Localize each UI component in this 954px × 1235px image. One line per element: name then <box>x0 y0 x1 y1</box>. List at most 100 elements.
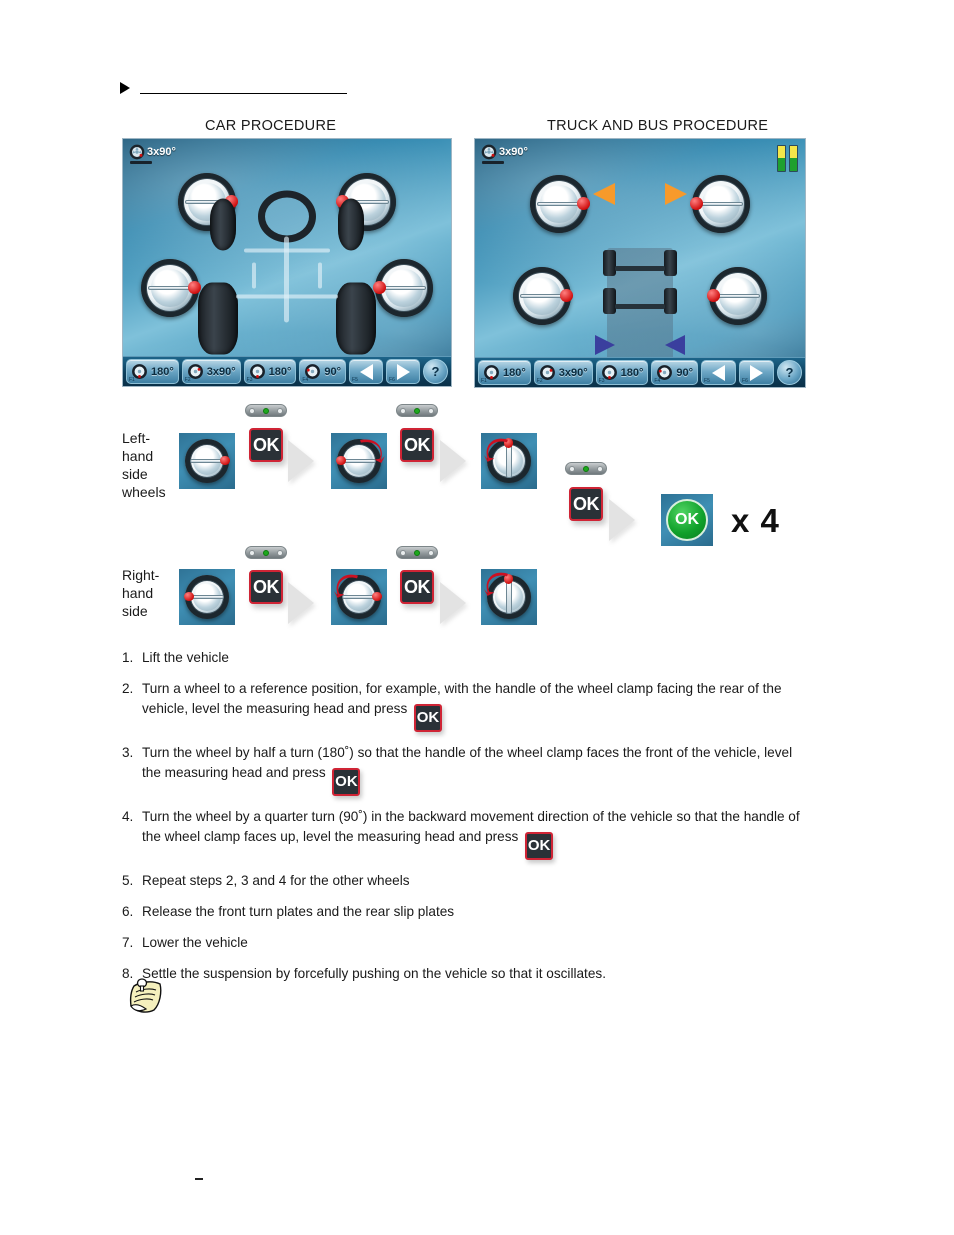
title-underline <box>130 161 152 164</box>
step-number: 5. <box>122 873 134 888</box>
status-bar <box>789 145 798 172</box>
toolbar-fkey-label: F5 <box>352 377 358 383</box>
level-indicator-right-step1 <box>245 546 287 559</box>
wheel-icon <box>487 438 531 483</box>
toolbar-help-button[interactable]: ? <box>422 359 448 384</box>
wheel-icon <box>487 574 531 619</box>
step-number: 4. <box>122 809 134 824</box>
toolbar-button-3x90-f2[interactable]: 3x90° F2 <box>181 359 241 384</box>
position-marker-dot <box>577 197 590 210</box>
toolbar-button-180-f3[interactable]: 180° F3 <box>243 359 297 384</box>
wheel-thumbnail-right-pos1 <box>179 569 235 625</box>
step-text-wrapper: Turn a wheel to a reference position, fo… <box>142 679 812 732</box>
sensor-wheel-rear-right <box>373 259 433 317</box>
steering-wheel-icon <box>258 190 316 243</box>
car-screen-title-label: 3x90° <box>147 146 176 158</box>
ok-button-left-step2[interactable]: OK <box>400 428 434 462</box>
title-underline <box>482 161 504 164</box>
toolbar-button-90-f4[interactable]: 90° F4 <box>299 359 347 384</box>
sensor-wheel-rear-right <box>707 267 767 325</box>
toolbar-fkey-label: F4 <box>302 377 309 383</box>
level-dot-active <box>414 407 420 414</box>
arrow-right-icon <box>396 363 410 380</box>
sensor-wheel-rear-left <box>513 267 573 325</box>
toolbar-button-label: 180° <box>268 365 292 378</box>
toolbar-button-label: 180° <box>620 366 644 379</box>
level-dot <box>428 549 434 556</box>
toolbar-fkey-label: F1 <box>481 378 487 384</box>
ok-button-right-step1[interactable]: OK <box>249 570 283 604</box>
arrow-right-icon <box>750 364 763 381</box>
flow-arrow-icon <box>609 499 635 541</box>
toolbar-button-180-f1[interactable]: 180° F1 <box>478 360 531 385</box>
truck-screen-title-label: 3x90° <box>499 146 528 158</box>
flow-arrow-icon <box>288 440 314 482</box>
inline-ok-badge-step3[interactable]: OK <box>332 768 361 796</box>
flow-arrow-icon <box>440 440 466 482</box>
step-item: 8. Settle the suspension by forcefully p… <box>122 964 812 984</box>
triangle-right-icon <box>120 82 130 94</box>
step-item: 1. Lift the vehicle <box>122 648 812 668</box>
step-item: 6. Release the front turn plates and the… <box>122 902 812 922</box>
arrow-blue-left-icon <box>665 335 685 355</box>
position-marker-dot <box>707 289 720 302</box>
wheel-icon <box>184 575 229 619</box>
position-marker-dot <box>336 455 346 466</box>
inline-ok-badge-step4[interactable]: OK <box>525 832 554 860</box>
sensor-wheel-rear-left <box>141 259 201 317</box>
level-indicator-final <box>565 462 607 475</box>
car-screen-toolbar[interactable]: 180° F1 3x90° F2 180° F3 90° F4 F5 F6 ? <box>123 356 451 386</box>
toolbar-fkey-label: F2 <box>184 377 191 383</box>
ok-button-right-step2[interactable]: OK <box>400 570 434 604</box>
toolbar-next-button[interactable]: F6 <box>386 359 420 384</box>
toolbar-button-label: 90° <box>324 365 342 378</box>
chassis-driveshaft <box>284 236 289 323</box>
measuring-head-bar <box>506 580 512 614</box>
chassis-tyre <box>664 250 677 277</box>
level-dot <box>597 465 603 472</box>
toolbar-help-button[interactable]: ? <box>776 360 802 385</box>
level-dot-active <box>414 549 420 556</box>
chassis-tyre <box>603 250 616 277</box>
level-dot <box>400 549 406 556</box>
inline-ok-badge-step2[interactable]: OK <box>414 704 443 732</box>
toolbar-next-button[interactable]: F6 <box>739 360 774 385</box>
measuring-head-bar <box>190 595 224 599</box>
toolbar-button-label: 3x90° <box>206 365 236 378</box>
toolbar-button-180-f1[interactable]: 180° F1 <box>126 359 179 384</box>
toolbar-button-90-f4[interactable]: 90° F4 <box>651 360 699 385</box>
toolbar-prev-button[interactable]: F5 <box>701 360 737 385</box>
toolbar-fkey-label: F2 <box>536 378 543 384</box>
wheel-icon <box>337 575 382 619</box>
step-item: 5. Repeat steps 2, 3 and 4 for the other… <box>122 871 812 891</box>
car-chassis-graphic <box>192 175 382 360</box>
sensor-wheel-front-left <box>530 175 590 233</box>
truck-procedure-header: TRUCK AND BUS PROCEDURE <box>547 118 769 134</box>
position-marker-dot <box>220 455 230 466</box>
help-icon: ? <box>785 365 794 380</box>
arrow-left-icon <box>359 363 373 380</box>
toolbar-button-3x90-f2[interactable]: 3x90° F2 <box>533 360 593 385</box>
ok-button-left-step1[interactable]: OK <box>249 428 283 462</box>
level-dot <box>400 407 406 414</box>
step-text: Lift the vehicle <box>142 650 229 665</box>
chassis-tyre <box>336 282 376 355</box>
right-hand-wheels-label: Right- hand side <box>122 567 160 619</box>
truck-screen-toolbar[interactable]: 180° F1 3x90° F2 180° F3 90° F4 F5 F6 ? <box>475 357 805 387</box>
step-text: Release the front turn plates and the re… <box>142 904 455 919</box>
chassis-link <box>252 262 256 289</box>
level-dot <box>277 407 283 414</box>
toolbar-button-180-f3[interactable]: 180° F3 <box>595 360 649 385</box>
wheel-icon <box>129 144 145 160</box>
status-bar <box>777 145 786 172</box>
truck-procedure-screenshot: 3x90° 180° F1 3x90° F2 180° F3 90° F4 F5… <box>474 138 806 388</box>
measuring-head-bar <box>342 459 376 463</box>
chassis-axle <box>615 266 665 272</box>
toolbar-button-label: 180° <box>503 366 526 379</box>
toolbar-prev-button[interactable]: F5 <box>349 359 384 384</box>
green-ok-indicator-box: OK <box>661 494 713 546</box>
arrow-left-icon <box>712 364 726 381</box>
wheel-thumbnail-left-pos2 <box>331 433 387 489</box>
step-item: 2. Turn a wheel to a reference position,… <box>122 679 812 732</box>
ok-button-final[interactable]: OK <box>569 487 603 521</box>
